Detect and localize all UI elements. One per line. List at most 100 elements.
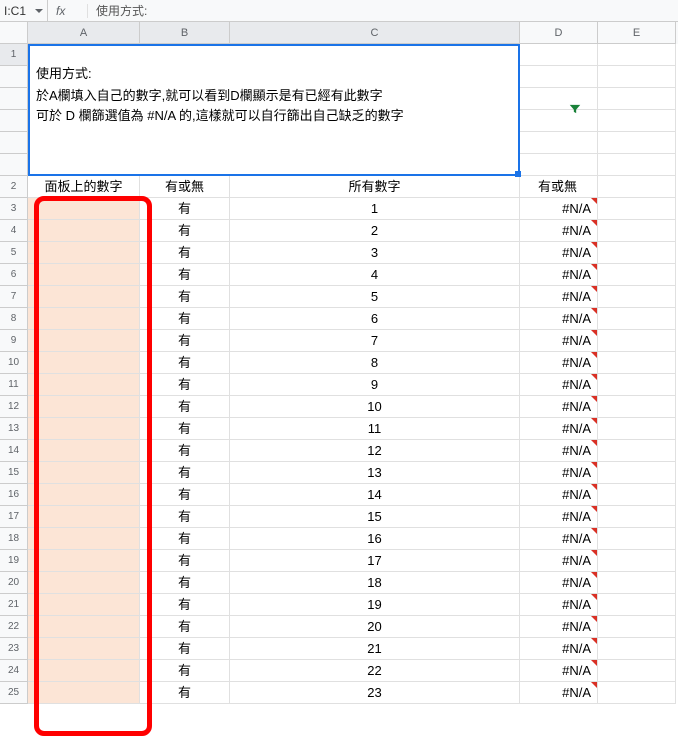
cell-panel-number[interactable] [28,198,140,220]
header-has-b[interactable]: 有或無 [140,176,230,198]
row-header[interactable]: 12 [0,396,28,418]
cell[interactable] [598,110,676,132]
cell[interactable] [598,88,676,110]
cell-has-d[interactable]: #N/A [520,396,598,418]
row-header[interactable]: 24 [0,660,28,682]
cell[interactable] [520,110,598,132]
cell-has-d[interactable]: #N/A [520,308,598,330]
cell[interactable] [598,308,676,330]
selection-handle[interactable] [515,171,521,177]
row-header[interactable]: 19 [0,550,28,572]
row-header[interactable]: 15 [0,462,28,484]
row-header[interactable]: 14 [0,440,28,462]
cell-panel-number[interactable] [28,352,140,374]
cell-panel-number[interactable] [28,506,140,528]
cell[interactable] [598,682,676,704]
cell[interactable] [598,550,676,572]
cell[interactable] [598,44,676,66]
cell[interactable] [598,528,676,550]
column-header-d[interactable]: D [520,22,598,44]
row-header[interactable]: 22 [0,616,28,638]
cell[interactable] [520,154,598,176]
cell-has-b[interactable]: 有 [140,330,230,352]
cell-all-number[interactable]: 17 [230,550,520,572]
cell-has-b[interactable]: 有 [140,264,230,286]
cell-all-number[interactable]: 23 [230,682,520,704]
cell[interactable] [520,44,598,66]
cell-panel-number[interactable] [28,528,140,550]
column-header-a[interactable]: A [28,22,140,44]
cell[interactable] [598,440,676,462]
cell-panel-number[interactable] [28,440,140,462]
cell-all-number[interactable]: 7 [230,330,520,352]
cell[interactable] [598,572,676,594]
cell-has-d[interactable]: #N/A [520,528,598,550]
cell-panel-number[interactable] [28,682,140,704]
cell-has-b[interactable]: 有 [140,506,230,528]
cell-has-b[interactable]: 有 [140,220,230,242]
cell[interactable] [520,132,598,154]
cell-has-b[interactable]: 有 [140,550,230,572]
cell-has-d[interactable]: #N/A [520,506,598,528]
cell[interactable] [598,616,676,638]
row-header[interactable]: 4 [0,220,28,242]
cell-has-d[interactable]: #N/A [520,198,598,220]
cell-has-b[interactable]: 有 [140,374,230,396]
cell[interactable] [520,66,598,88]
cell[interactable] [598,396,676,418]
row-header[interactable]: 5 [0,242,28,264]
row-header[interactable]: 9 [0,330,28,352]
cell[interactable] [598,638,676,660]
row-header[interactable] [0,132,28,154]
cell-has-b[interactable]: 有 [140,462,230,484]
cell-all-number[interactable]: 12 [230,440,520,462]
row-header[interactable]: 8 [0,308,28,330]
cell-has-d[interactable]: #N/A [520,352,598,374]
cell[interactable] [598,330,676,352]
filter-icon[interactable] [568,102,582,119]
cell-panel-number[interactable] [28,286,140,308]
cell-all-number[interactable]: 16 [230,528,520,550]
spreadsheet-grid[interactable]: A B C D E 使用方式: 於A欄填入自己的數字,就可以看到D欄顯示是有已經… [0,22,678,704]
cell-has-d[interactable]: #N/A [520,682,598,704]
formula-input[interactable]: 使用方式: [88,2,155,19]
row-header[interactable] [0,110,28,132]
cell-panel-number[interactable] [28,550,140,572]
row-header[interactable]: 6 [0,264,28,286]
row-header[interactable]: 7 [0,286,28,308]
cell-panel-number[interactable] [28,616,140,638]
cell-all-number[interactable]: 4 [230,264,520,286]
row-header[interactable]: 18 [0,528,28,550]
cell[interactable] [598,352,676,374]
cell-panel-number[interactable] [28,660,140,682]
cell-has-b[interactable]: 有 [140,352,230,374]
column-header-b[interactable]: B [140,22,230,44]
cell-has-b[interactable]: 有 [140,440,230,462]
cell-has-d[interactable]: #N/A [520,220,598,242]
cell-has-b[interactable]: 有 [140,682,230,704]
cell-has-d[interactable]: #N/A [520,374,598,396]
cell-has-d[interactable]: #N/A [520,550,598,572]
cell[interactable] [598,264,676,286]
cell-all-number[interactable]: 22 [230,660,520,682]
cell-has-b[interactable]: 有 [140,594,230,616]
cell-all-number[interactable]: 8 [230,352,520,374]
cell-all-number[interactable]: 19 [230,594,520,616]
row-header[interactable]: 17 [0,506,28,528]
cell-has-d[interactable]: #N/A [520,242,598,264]
cell-has-d[interactable]: #N/A [520,330,598,352]
row-header[interactable]: 3 [0,198,28,220]
cell[interactable] [598,132,676,154]
cell-has-d[interactable]: #N/A [520,484,598,506]
cell-panel-number[interactable] [28,396,140,418]
row-header[interactable] [0,66,28,88]
cell[interactable] [598,176,676,198]
cell[interactable] [598,418,676,440]
cell-has-d[interactable]: #N/A [520,638,598,660]
cell[interactable] [520,88,598,110]
cell-panel-number[interactable] [28,594,140,616]
cell-has-b[interactable]: 有 [140,528,230,550]
cell-panel-number[interactable] [28,638,140,660]
cell-has-d[interactable]: #N/A [520,440,598,462]
cell-all-number[interactable]: 11 [230,418,520,440]
